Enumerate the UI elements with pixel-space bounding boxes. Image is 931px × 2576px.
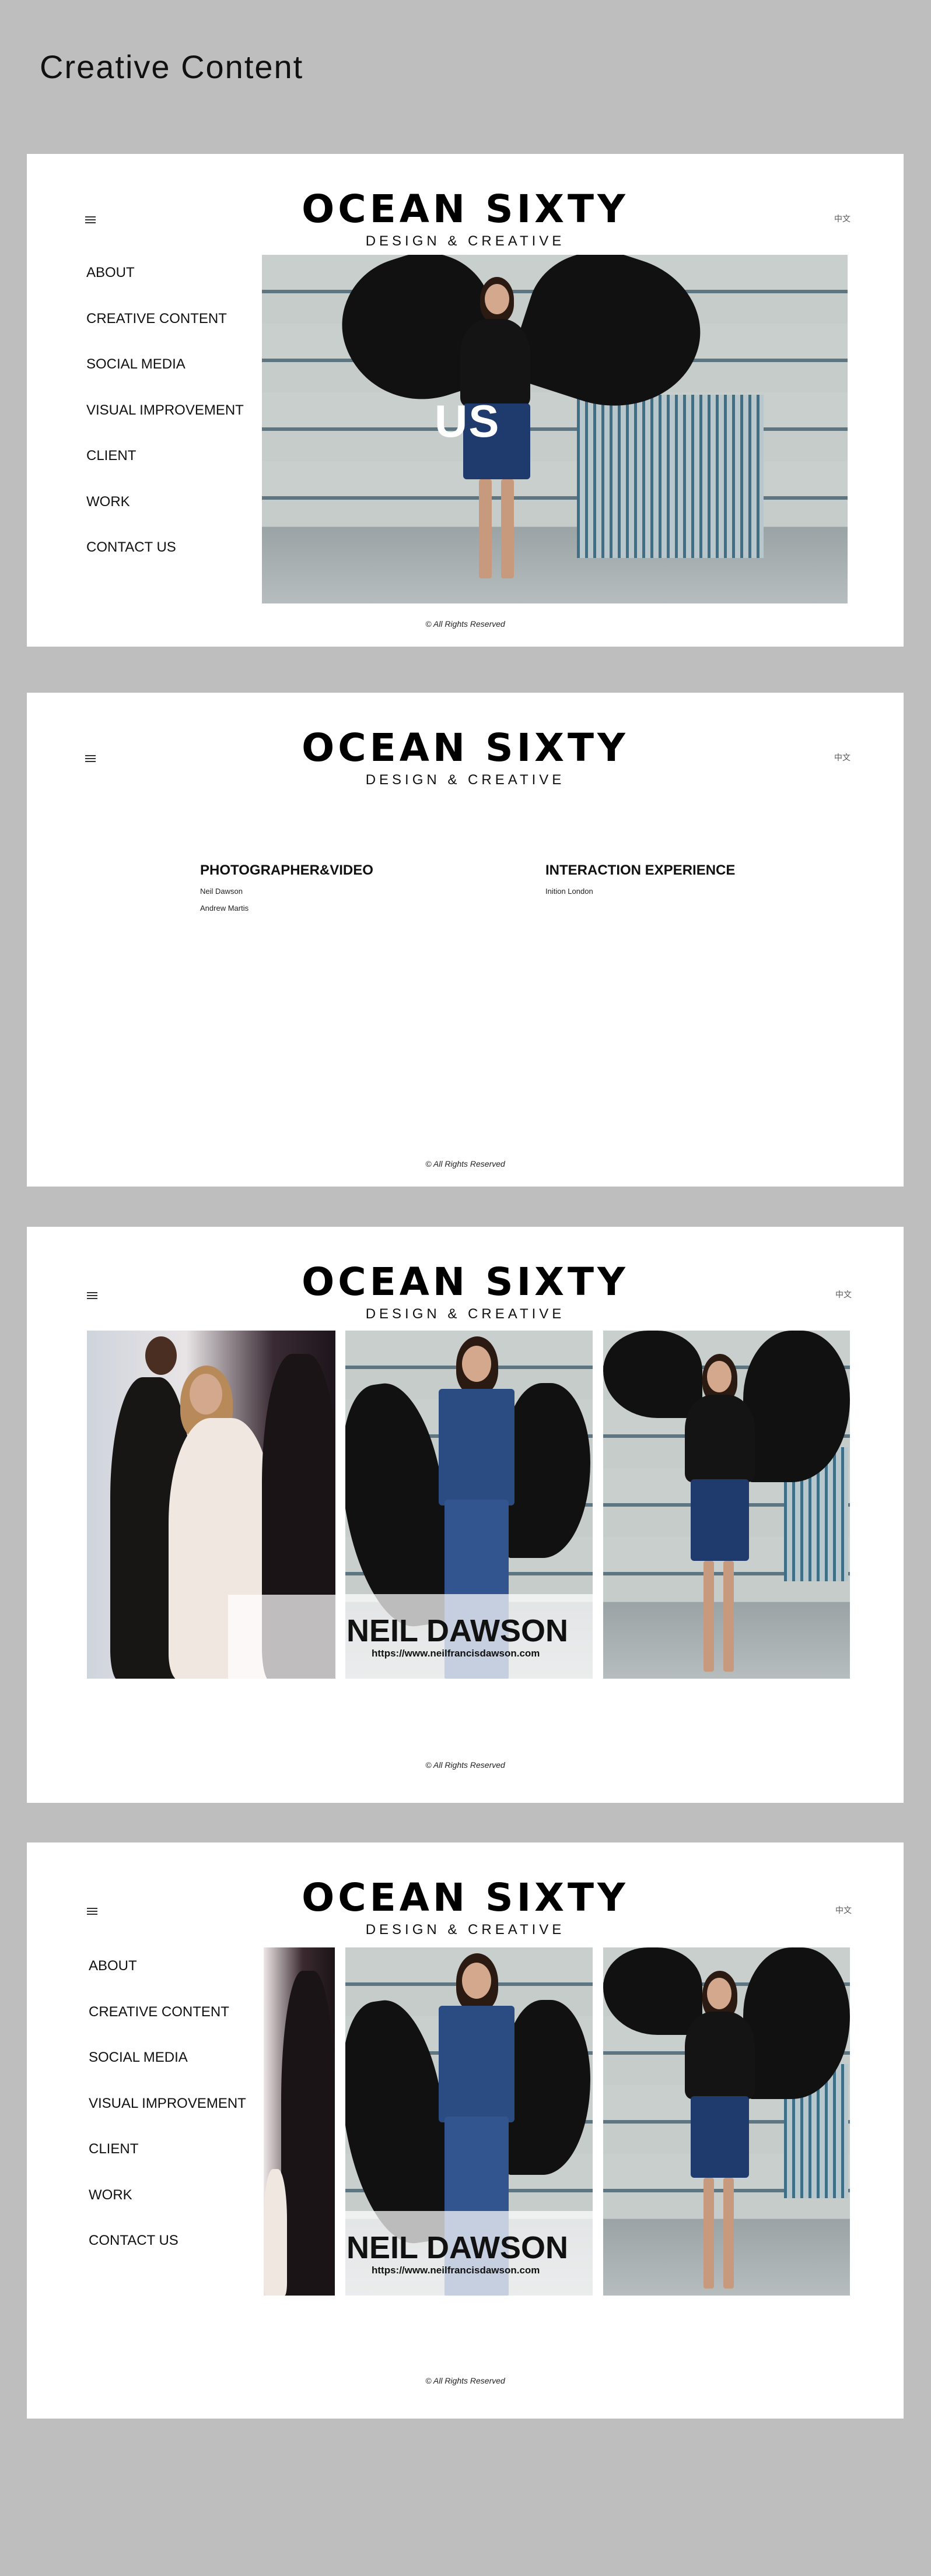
nav-item-visual-improvement[interactable]: VISUAL IMPROVEMENT xyxy=(86,403,244,450)
nav-item-client[interactable]: CLIENT xyxy=(89,2142,246,2188)
credit-column-photographer: PHOTOGRAPHER&VIDEO Neil Dawson Andrew Ma… xyxy=(200,862,373,913)
language-switch[interactable]: 中文 xyxy=(834,213,850,224)
nav-item-visual-improvement[interactable]: VISUAL IMPROVEMENT xyxy=(89,2096,246,2143)
footer-copyright: © All Rights Reserved xyxy=(425,1760,505,1770)
photo-wing-right xyxy=(503,2000,590,2175)
nav-item-creative-content[interactable]: CREATIVE CONTENT xyxy=(86,311,244,358)
photo-jacket xyxy=(439,2006,514,2122)
brand-title: OCEAN SIXTY xyxy=(302,187,629,231)
language-switch[interactable]: 中文 xyxy=(834,752,850,763)
credit-title: INTERACTION EXPERIENCE xyxy=(545,862,736,878)
nav-item-work[interactable]: WORK xyxy=(86,494,244,541)
credit-column-interaction: INTERACTION EXPERIENCE Inition London xyxy=(545,862,735,896)
photo-top xyxy=(460,319,530,406)
brand-subtitle: DESIGN & CREATIVE xyxy=(365,772,565,788)
photo-leg-right xyxy=(723,1561,734,1672)
photo-gate xyxy=(577,395,764,558)
screen-credits: OCEAN SIXTY DESIGN & CREATIVE 中文 PHOTOGR… xyxy=(27,693,904,1187)
nav-item-social-media[interactable]: SOCIAL MEDIA xyxy=(86,357,244,403)
side-nav: ABOUT CREATIVE CONTENT SOCIAL MEDIA VISU… xyxy=(89,1959,246,2280)
photo-face xyxy=(707,1978,732,2009)
language-switch[interactable]: 中文 xyxy=(835,1904,852,1916)
brand-subtitle: DESIGN & CREATIVE xyxy=(365,1922,565,1938)
photo-leg-left xyxy=(704,2178,714,2289)
screen-gallery-with-menu: OCEAN SIXTY DESIGN & CREATIVE 中文 ABOUT C… xyxy=(27,1842,904,2419)
brand-logo[interactable]: OCEAN SIXTY DESIGN & CREATIVE xyxy=(27,729,904,788)
photo-dress xyxy=(264,2169,287,2296)
brand-title: OCEAN SIXTY xyxy=(302,1875,629,1920)
photo-skirt xyxy=(691,2096,749,2178)
feature-url[interactable]: https://www.neilfrancisdawson.com xyxy=(372,1648,540,1659)
language-switch[interactable]: 中文 xyxy=(835,1289,852,1300)
nav-item-contact-us[interactable]: CONTACT US xyxy=(86,541,244,587)
feature-url[interactable]: https://www.neilfrancisdawson.com xyxy=(372,2265,540,2276)
photo-face xyxy=(707,1361,732,1392)
feature-name: NEIL DAWSON xyxy=(346,2230,569,2265)
photo-leg-right xyxy=(723,2178,734,2289)
side-nav: ABOUT CREATIVE CONTENT SOCIAL MEDIA VISU… xyxy=(86,266,244,587)
photo-face xyxy=(190,1374,222,1415)
footer-copyright: © All Rights Reserved xyxy=(425,2376,505,2385)
nav-item-social-media[interactable]: SOCIAL MEDIA xyxy=(89,2051,246,2097)
gallery-photo-party[interactable] xyxy=(264,1947,335,2296)
nav-item-work[interactable]: WORK xyxy=(89,2188,246,2234)
photo-face xyxy=(462,1963,491,1999)
photo-top xyxy=(685,2012,755,2099)
photo-face xyxy=(485,284,509,314)
feature-name: NEIL DAWSON xyxy=(346,1613,569,1648)
brand-title: OCEAN SIXTY xyxy=(302,725,629,770)
photo-jacket xyxy=(439,1389,514,1505)
hero-photo: US xyxy=(262,255,848,603)
screen-gallery: OCEAN SIXTY DESIGN & CREATIVE 中文 NEIL DA… xyxy=(27,1227,904,1803)
photo-leg-left xyxy=(704,1561,714,1672)
photo-dark-figure xyxy=(281,1971,335,2296)
brand-logo[interactable]: OCEAN SIXTY DESIGN & CREATIVE xyxy=(27,1879,904,1938)
brand-subtitle: DESIGN & CREATIVE xyxy=(365,1306,565,1322)
page-title: Creative Content xyxy=(40,48,304,85)
gallery-photo-wings[interactable] xyxy=(603,1331,850,1679)
nav-item-contact-us[interactable]: CONTACT US xyxy=(89,2234,246,2280)
gallery-photo-wings[interactable] xyxy=(603,1947,850,2296)
brand-logo[interactable]: OCEAN SIXTY DESIGN & CREATIVE xyxy=(27,190,904,250)
nav-item-about[interactable]: ABOUT xyxy=(86,266,244,312)
nav-item-client[interactable]: CLIENT xyxy=(86,449,244,495)
nav-item-creative-content[interactable]: CREATIVE CONTENT xyxy=(89,2005,246,2051)
credit-name: Inition London xyxy=(545,887,593,896)
photo-face xyxy=(462,1346,491,1382)
credit-name: Andrew Martis xyxy=(200,904,249,913)
about-us-label: US xyxy=(435,395,501,447)
photo-leg-left xyxy=(479,479,492,578)
credit-name: Neil Dawson xyxy=(200,887,243,896)
nav-item-about[interactable]: ABOUT xyxy=(89,1959,246,2005)
photo-wing-right xyxy=(503,1383,590,1558)
photo-leg-right xyxy=(501,479,514,578)
photo-wing-left xyxy=(603,1331,702,1418)
photo-face xyxy=(145,1336,177,1375)
photo-skirt xyxy=(691,1479,749,1561)
footer-copyright: © All Rights Reserved xyxy=(425,1159,505,1168)
brand-subtitle: DESIGN & CREATIVE xyxy=(365,233,565,249)
footer-copyright: © All Rights Reserved xyxy=(425,619,505,629)
screen-about: OCEAN SIXTY DESIGN & CREATIVE 中文 ABOUT C… xyxy=(27,154,904,647)
feature-banner-left xyxy=(228,1595,345,1679)
credit-title: PHOTOGRAPHER&VIDEO xyxy=(200,862,373,878)
photo-top xyxy=(685,1395,755,1482)
photo-wing-left xyxy=(603,1947,702,2035)
brand-title: OCEAN SIXTY xyxy=(302,1259,629,1304)
brand-logo[interactable]: OCEAN SIXTY DESIGN & CREATIVE xyxy=(27,1263,904,1322)
